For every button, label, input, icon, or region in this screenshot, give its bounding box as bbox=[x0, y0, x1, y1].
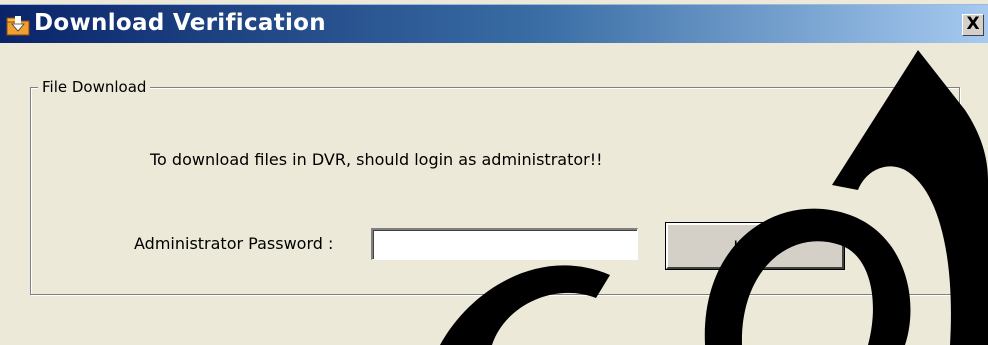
window-title: Download Verification bbox=[34, 10, 326, 36]
password-input[interactable] bbox=[371, 228, 638, 260]
download-folder-icon bbox=[6, 14, 30, 36]
password-label: Administrator Password : bbox=[134, 234, 334, 253]
login-button[interactable]: Login bbox=[665, 222, 845, 270]
login-required-message: To download files in DVR, should login a… bbox=[150, 150, 603, 169]
close-button[interactable]: X bbox=[962, 14, 984, 36]
title-bar[interactable]: Download Verification X bbox=[0, 4, 988, 43]
groupbox-legend: File Download bbox=[38, 78, 151, 96]
download-verification-dialog: Download Verification X File Download To… bbox=[0, 0, 988, 345]
